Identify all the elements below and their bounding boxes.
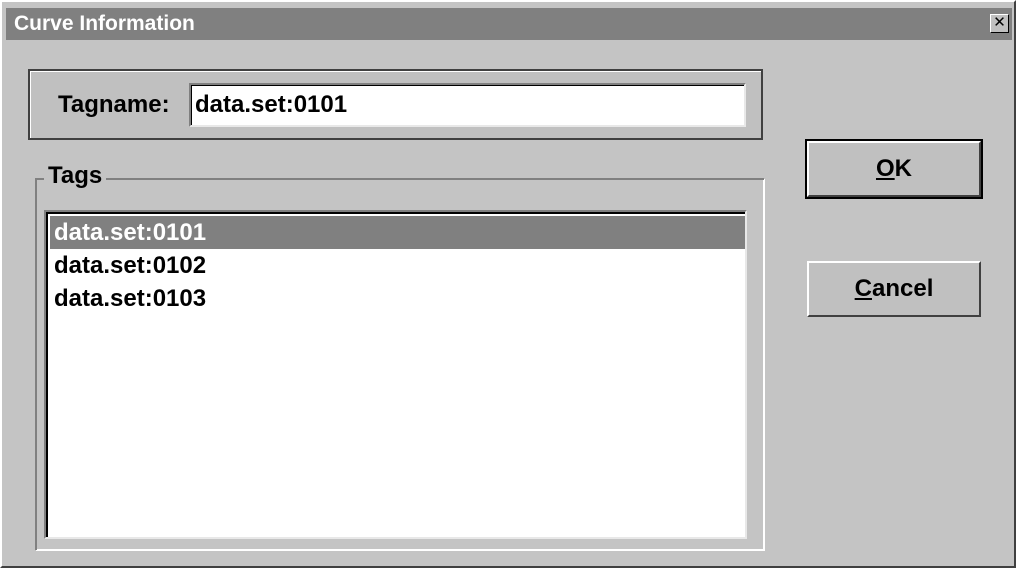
cancel-button[interactable]: Cancel: [807, 261, 981, 317]
ok-accelerator: O: [875, 155, 895, 182]
list-item[interactable]: data.set:0101: [50, 216, 745, 249]
cancel-label-rest: ancel: [871, 275, 934, 302]
tagname-label: Tagname:: [58, 91, 170, 118]
close-icon: ✕: [993, 14, 1006, 31]
list-item[interactable]: data.set:0103: [50, 282, 745, 315]
tagname-input[interactable]: [189, 83, 746, 127]
cancel-accelerator: C: [854, 275, 872, 302]
tags-listbox[interactable]: data.set:0101 data.set:0102 data.set:010…: [44, 210, 747, 539]
ok-label-rest: K: [894, 155, 912, 182]
close-button[interactable]: ✕: [990, 14, 1009, 33]
tagname-frame: Tagname:: [28, 69, 763, 140]
title-bar[interactable]: Curve Information ✕: [6, 8, 1012, 40]
dialog-title: Curve Information: [14, 12, 195, 35]
list-item[interactable]: data.set:0102: [50, 249, 745, 282]
curve-information-dialog: Curve Information ✕ Tagname: Tags data.s…: [0, 0, 1016, 568]
tags-group-label: Tags: [44, 162, 107, 190]
ok-button[interactable]: OK: [805, 139, 983, 199]
